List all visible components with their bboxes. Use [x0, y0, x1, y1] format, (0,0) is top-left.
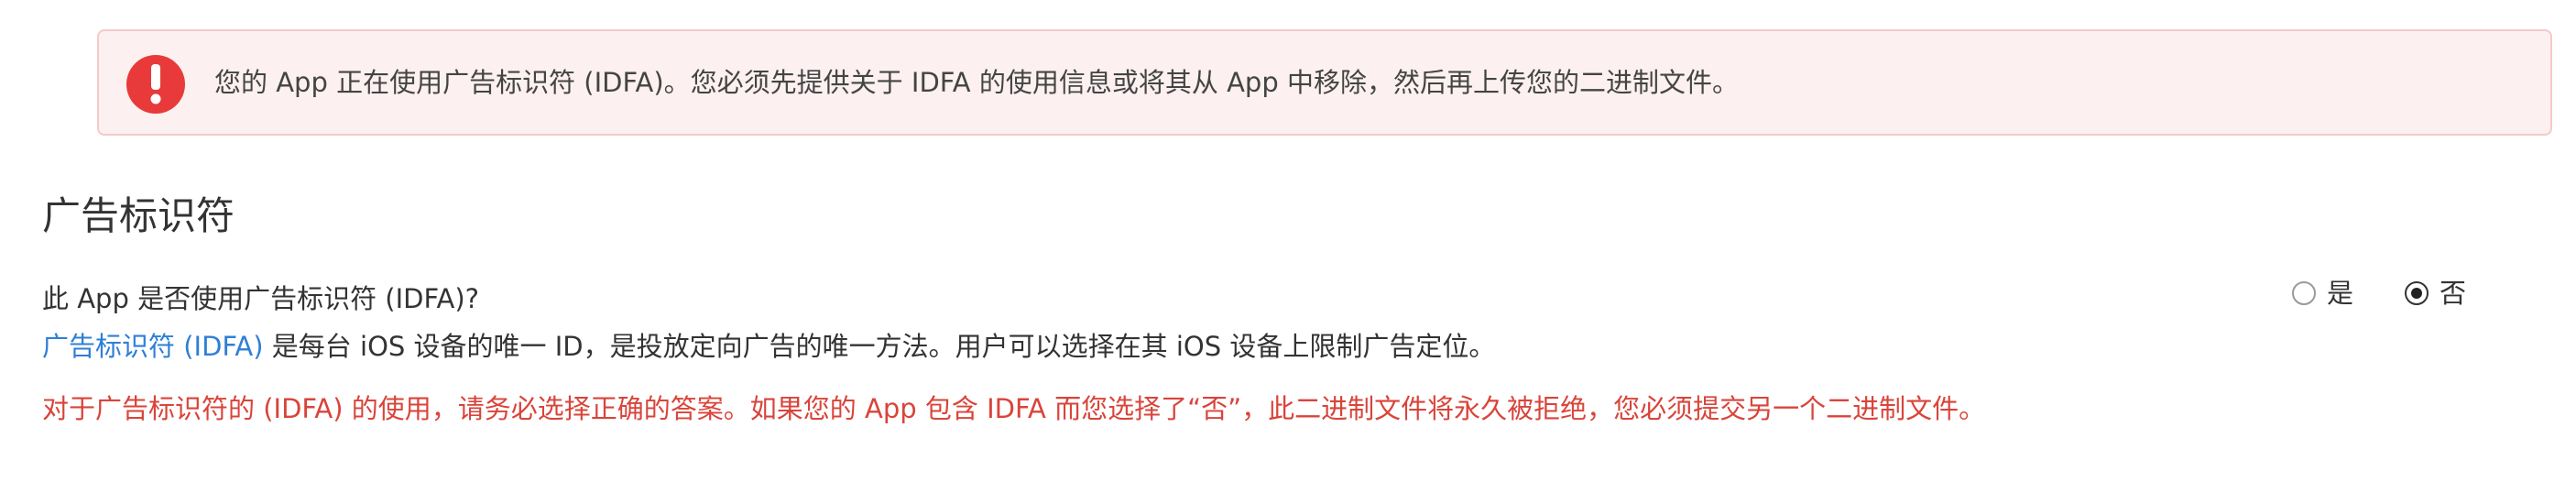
idfa-description-text: 是每台 iOS 设备的唯一 ID，是投放定向广告的唯一方法。用户可以选择在其 i… — [263, 331, 1496, 362]
radio-no-circle[interactable] — [2404, 281, 2429, 305]
idfa-question: 此 App 是否使用广告标识符 (IDFA)? — [42, 283, 480, 314]
idfa-alert-banner: 您的 App 正在使用广告标识符 (IDFA)。您必须先提供关于 IDFA 的使… — [97, 29, 2552, 136]
radio-option-yes[interactable]: 是 — [2291, 275, 2353, 312]
radio-no-label: 否 — [2439, 278, 2466, 309]
idfa-radio-group: 是 否 — [2291, 275, 2466, 312]
alert-message: 您的 App 正在使用广告标识符 (IDFA)。您必须先提供关于 IDFA 的使… — [214, 67, 1739, 98]
exclamation-icon — [126, 55, 185, 114]
idfa-info-link[interactable]: 广告标识符 (IDFA) — [42, 331, 264, 362]
radio-option-no[interactable]: 否 — [2404, 275, 2466, 312]
idfa-description: 广告标识符 (IDFA) 是每台 iOS 设备的唯一 ID，是投放定向广告的唯一… — [42, 328, 1495, 365]
radio-yes-label: 是 — [2326, 278, 2353, 309]
section-title: 广告标识符 — [42, 193, 235, 238]
radio-yes-circle[interactable] — [2291, 281, 2316, 305]
idfa-warning-text: 对于广告标识符的 (IDFA) 的使用，请务必选择正确的答案。如果您的 App … — [42, 393, 1986, 424]
